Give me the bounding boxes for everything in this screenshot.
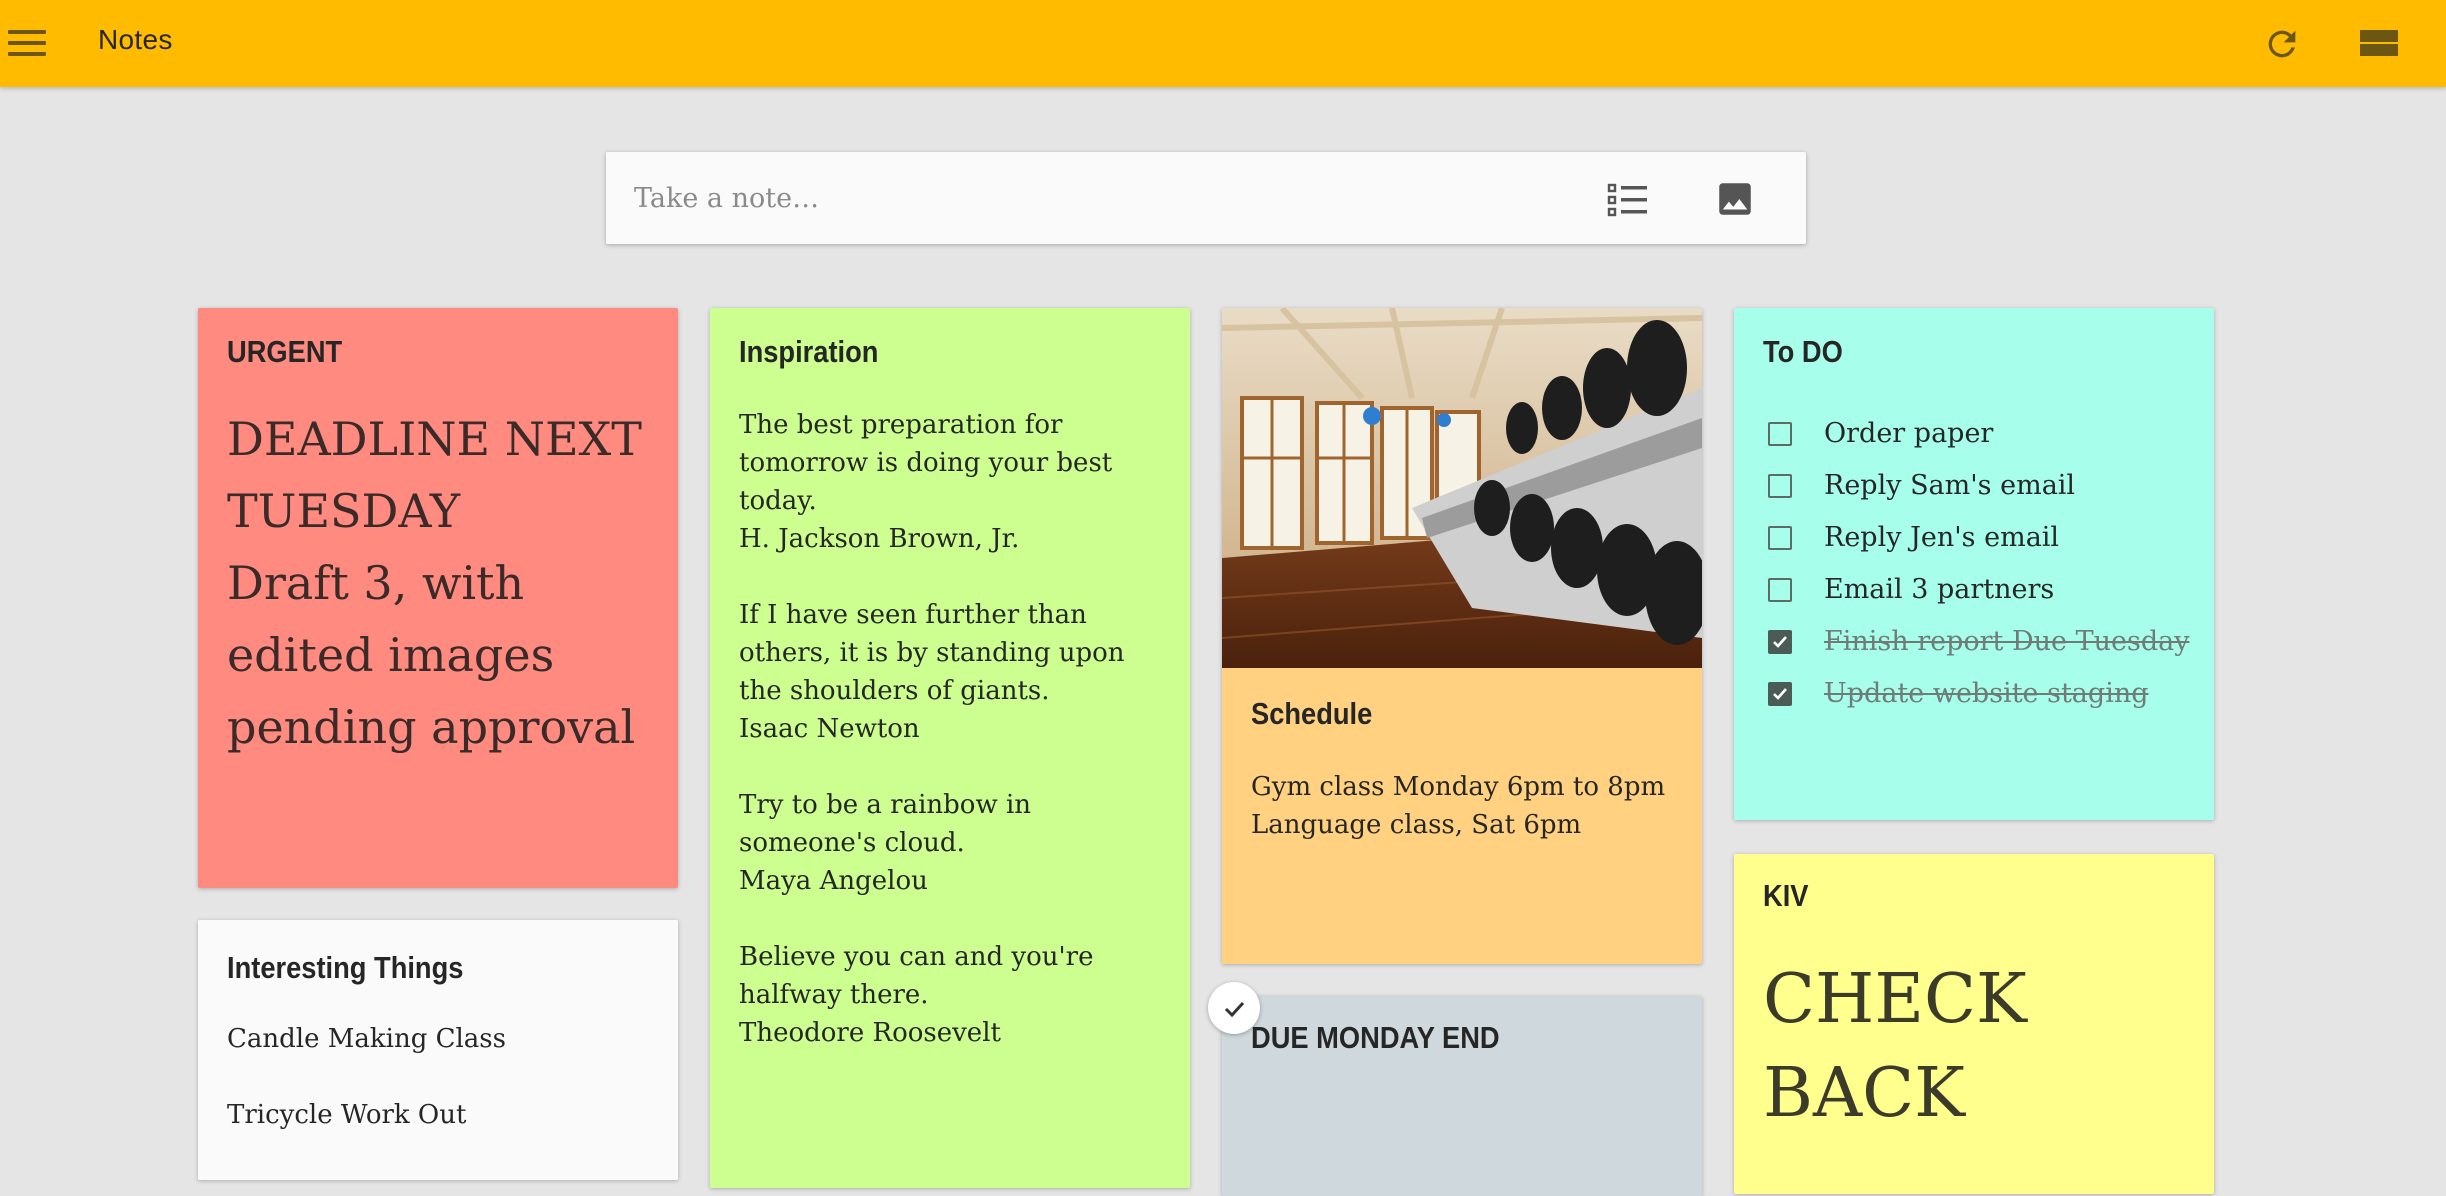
app-bar: Notes: [0, 0, 2446, 87]
image-icon[interactable]: [1714, 178, 1756, 220]
note-card-inspiration[interactable]: Inspiration The best preparation for tom…: [710, 308, 1190, 1188]
note-title: Schedule: [1251, 696, 1373, 731]
note-line: H. Jackson Brown, Jr.: [739, 524, 1020, 554]
list-item: Tricycle Work Out: [227, 1100, 467, 1130]
checklist-icon[interactable]: [1606, 180, 1650, 220]
note-line: The best preparation for: [739, 410, 1063, 440]
note-card-todo[interactable]: To DO Order paper Reply Sam's email Repl…: [1734, 308, 2214, 820]
checkbox[interactable]: [1768, 422, 1792, 446]
note-line: If I have seen further than: [739, 600, 1087, 630]
note-card-kiv[interactable]: KIV CHECK BACK: [1734, 854, 2214, 1194]
note-card-urgent[interactable]: URGENT DEADLINE NEXT TUESDAY Draft 3, wi…: [198, 308, 678, 888]
note-line: Maya Angelou: [739, 866, 928, 896]
note-line: BACK: [1763, 1054, 1965, 1133]
note-line: Theodore Roosevelt: [739, 1018, 1001, 1048]
note-line: halfway there.: [739, 980, 929, 1010]
note-line: edited images: [227, 628, 555, 682]
note-line: someone's cloud.: [739, 828, 965, 858]
note-title: URGENT: [227, 334, 343, 369]
todo-label: Reply Sam's email: [1824, 470, 2076, 501]
note-title: Interesting Things: [227, 950, 464, 985]
note-title: DUE MONDAY END: [1251, 1020, 1500, 1055]
note-title: Inspiration: [739, 334, 879, 369]
list-item: Candle Making Class: [227, 1024, 506, 1054]
app-title: Notes: [98, 24, 173, 55]
note-line: others, it is by standing upon: [739, 638, 1125, 668]
note-line: tomorrow is doing your best: [739, 448, 1113, 478]
todo-label: Reply Jen's email: [1824, 522, 2060, 553]
refresh-icon[interactable]: [2262, 24, 2302, 64]
checkbox-checked[interactable]: [1768, 630, 1792, 654]
note-line: CHECK: [1763, 960, 2027, 1039]
todo-label: Email 3 partners: [1824, 574, 2055, 605]
hamburger-menu-icon[interactable]: [8, 26, 48, 62]
note-line: Try to be a rainbow in: [739, 790, 1032, 820]
todo-label: Finish report Due Tuesday: [1824, 626, 2190, 657]
note-title: To DO: [1763, 334, 1843, 369]
note-line: DEADLINE NEXT: [227, 412, 642, 466]
note-line: TUESDAY: [227, 484, 461, 538]
checkbox[interactable]: [1768, 474, 1792, 498]
gym-photo: [1222, 308, 1702, 668]
note-card-interesting-things[interactable]: Interesting Things Candle Making Class T…: [198, 920, 678, 1180]
todo-item: Email 3 partners: [1768, 572, 2208, 612]
todo-item: Reply Sam's email: [1768, 468, 2208, 508]
note-line: Isaac Newton: [739, 714, 920, 744]
note-line: Draft 3, with: [227, 556, 525, 610]
note-line: Language class, Sat 6pm: [1251, 810, 1582, 840]
todo-item: Update website staging: [1768, 676, 2208, 716]
todo-label: Order paper: [1824, 418, 1994, 449]
note-line: today.: [739, 486, 817, 516]
checkbox[interactable]: [1768, 578, 1792, 602]
todo-item: Reply Jen's email: [1768, 520, 2208, 560]
note-card-due-monday-end[interactable]: DUE MONDAY END: [1222, 996, 1702, 1196]
todo-item: Order paper: [1768, 416, 2208, 456]
take-note-input[interactable]: [634, 174, 1534, 222]
todo-label: Update website staging: [1824, 678, 2149, 709]
checkbox[interactable]: [1768, 526, 1792, 550]
note-title: KIV: [1763, 878, 1809, 913]
note-composer: [606, 152, 1806, 244]
note-line: Gym class Monday 6pm to 8pm: [1251, 772, 1666, 802]
note-line: Believe you can and you're: [739, 942, 1094, 972]
view-stream-icon[interactable]: [2360, 28, 2398, 58]
select-note-check-icon[interactable]: [1208, 982, 1260, 1034]
note-line: the shoulders of giants.: [739, 676, 1050, 706]
note-card-schedule[interactable]: Schedule Gym class Monday 6pm to 8pm Lan…: [1222, 308, 1702, 964]
checkbox-checked[interactable]: [1768, 682, 1792, 706]
note-line: pending approval: [227, 700, 636, 754]
todo-item: Finish report Due Tuesday: [1768, 624, 2208, 664]
